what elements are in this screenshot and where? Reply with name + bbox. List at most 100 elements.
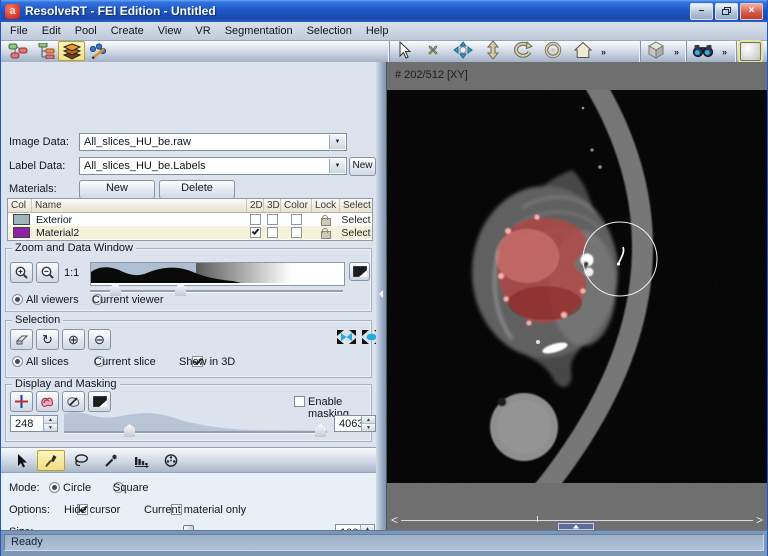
- chevron-down-icon[interactable]: ▼: [329, 135, 345, 149]
- color-checkbox[interactable]: [291, 227, 302, 238]
- home-icon[interactable]: [571, 40, 595, 63]
- material2-color-swatch[interactable]: [13, 227, 30, 238]
- blow-tool[interactable]: [157, 450, 185, 471]
- nav-overflow-chevron[interactable]: »: [601, 47, 606, 57]
- select-link[interactable]: Select: [340, 227, 372, 239]
- 3d-header[interactable]: 3D: [264, 199, 281, 213]
- image-data-combo[interactable]: All_slices_HU_be.raw ▼: [79, 133, 347, 151]
- slice-slider-handle[interactable]: [558, 523, 594, 530]
- replace-selection-button[interactable]: ↻: [36, 329, 59, 350]
- tree-view-icon[interactable]: [31, 41, 58, 61]
- slice-slider-line[interactable]: [401, 520, 753, 521]
- masking-range-track[interactable]: [64, 431, 327, 433]
- lock-icon[interactable]: [321, 218, 331, 226]
- crosshair-button[interactable]: [10, 391, 33, 412]
- group-title: Zoom and Data Window: [12, 242, 136, 254]
- menu-segmentation[interactable]: Segmentation: [218, 23, 300, 39]
- menu-help[interactable]: Help: [359, 23, 396, 39]
- trackball-icon[interactable]: [421, 40, 445, 63]
- lasso-tool[interactable]: [67, 450, 95, 471]
- mode-circle-radio[interactable]: [49, 482, 60, 493]
- zoom-in-button[interactable]: [10, 262, 33, 283]
- col-header[interactable]: Col: [8, 199, 32, 213]
- label-data-new-button[interactable]: New: [349, 157, 376, 176]
- pointer-icon[interactable]: [393, 40, 415, 63]
- all-slices-radio[interactable]: [12, 356, 23, 367]
- slice-prev-arrow[interactable]: <: [391, 514, 398, 526]
- minimize-button[interactable]: –: [690, 3, 713, 20]
- 3d-checkbox[interactable]: [267, 227, 278, 238]
- viewcube-overflow-chevron[interactable]: »: [674, 47, 679, 57]
- binoculars-icon[interactable]: [690, 40, 716, 63]
- 3d-checkbox[interactable]: [267, 214, 278, 225]
- clear-selection-button[interactable]: [10, 329, 33, 350]
- all-viewers-radio[interactable]: [12, 294, 23, 305]
- material-name[interactable]: Exterior: [32, 214, 247, 226]
- threshold-tool[interactable]: [127, 450, 155, 471]
- masking-display-button[interactable]: [36, 391, 59, 412]
- menu-selection[interactable]: Selection: [300, 23, 359, 39]
- pool-icon[interactable]: [4, 41, 31, 61]
- table-row-material2[interactable]: Material2 Select: [8, 226, 372, 239]
- material-new-button[interactable]: New: [79, 180, 155, 199]
- menu-create[interactable]: Create: [104, 23, 151, 39]
- exterior-color-swatch[interactable]: [13, 214, 30, 225]
- select-header[interactable]: Select: [340, 199, 372, 213]
- zoom-icon[interactable]: [481, 40, 505, 63]
- data-window-track[interactable]: [90, 290, 343, 292]
- segmentation-editor-icon[interactable]: [85, 41, 112, 61]
- select-link[interactable]: Select: [340, 214, 372, 226]
- layers-icon[interactable]: [58, 41, 85, 61]
- add-selection-button[interactable]: ⊕: [62, 329, 85, 350]
- shrink-selection-button[interactable]: [336, 329, 357, 348]
- label-data-combo[interactable]: All_slices_HU_be.Labels ▼: [79, 157, 347, 175]
- spin-up-icon[interactable]: ▲: [362, 416, 375, 424]
- material-name[interactable]: Material2: [32, 227, 247, 239]
- chevron-down-icon[interactable]: ▼: [329, 159, 345, 173]
- pan-icon[interactable]: [451, 40, 475, 63]
- data-window-histogram[interactable]: [90, 262, 345, 286]
- rotate-icon[interactable]: [511, 40, 535, 63]
- mode-circle-label: Circle: [63, 482, 91, 494]
- lock-header[interactable]: Lock: [312, 199, 340, 213]
- data-window-options-button[interactable]: [349, 262, 370, 281]
- subtract-selection-button[interactable]: ⊖: [88, 329, 111, 350]
- table-row-exterior[interactable]: Exterior Select: [8, 213, 372, 226]
- slice-slider-area: < >: [387, 483, 767, 530]
- 2d-header[interactable]: 2D: [247, 199, 264, 213]
- color-header[interactable]: Color: [281, 199, 312, 213]
- material-delete-button[interactable]: Delete: [159, 180, 235, 199]
- 2d-checkbox[interactable]: [250, 227, 261, 238]
- brush-tool[interactable]: [37, 450, 65, 471]
- panel-splitter[interactable]: [376, 62, 386, 530]
- splitter-collapse-icon[interactable]: [379, 290, 383, 298]
- menu-edit[interactable]: Edit: [35, 23, 68, 39]
- slice-next-arrow[interactable]: >: [756, 514, 763, 526]
- zoom-out-button[interactable]: [36, 262, 59, 283]
- view-cube-icon[interactable]: [644, 40, 668, 63]
- zoom-data-window-group: Zoom and Data Window 1:1: [5, 248, 372, 312]
- menu-vr[interactable]: VR: [188, 23, 217, 39]
- ct-slice-canvas[interactable]: [387, 90, 767, 483]
- enable-masking-checkbox[interactable]: [294, 396, 305, 407]
- menu-pool[interactable]: Pool: [68, 23, 104, 39]
- search-toolbar: »: [687, 41, 730, 62]
- seek-icon[interactable]: [541, 40, 565, 63]
- layout-single-icon[interactable]: [740, 42, 761, 61]
- color-checkbox[interactable]: [291, 214, 302, 225]
- close-button[interactable]: ×: [740, 3, 763, 20]
- range-max-spinbox[interactable]: 4063 ▲▼: [334, 415, 376, 432]
- menu-view[interactable]: View: [151, 23, 189, 39]
- menu-file[interactable]: File: [3, 23, 35, 39]
- spin-down-icon[interactable]: ▼: [362, 424, 375, 431]
- pointer-tool[interactable]: [7, 450, 35, 471]
- lock-icon[interactable]: [321, 231, 331, 239]
- 2d-checkbox[interactable]: [250, 214, 261, 225]
- range-min-spinbox[interactable]: 248 ▲▼: [10, 415, 58, 432]
- restore-button[interactable]: [715, 3, 738, 20]
- magic-wand-tool[interactable]: [97, 450, 125, 471]
- spin-down-icon[interactable]: ▼: [44, 424, 57, 431]
- search-overflow-chevron[interactable]: »: [722, 47, 727, 57]
- spin-up-icon[interactable]: ▲: [44, 416, 57, 424]
- name-header[interactable]: Name: [32, 199, 247, 213]
